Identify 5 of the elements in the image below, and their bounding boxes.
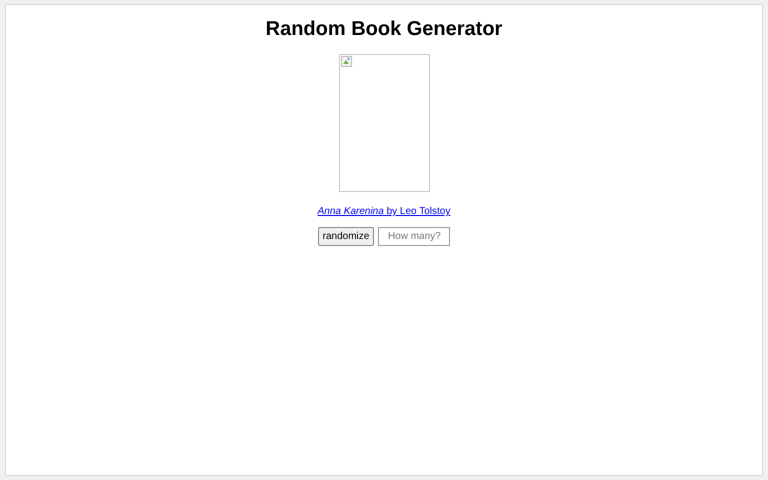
book-link[interactable]: Anna Karenina by Leo Tolstoy [318, 204, 450, 219]
broken-image-icon [340, 56, 352, 67]
randomize-button[interactable]: randomize [318, 227, 374, 246]
count-field[interactable]: How many? [378, 227, 450, 246]
page-title: Random Book Generator [266, 17, 502, 41]
